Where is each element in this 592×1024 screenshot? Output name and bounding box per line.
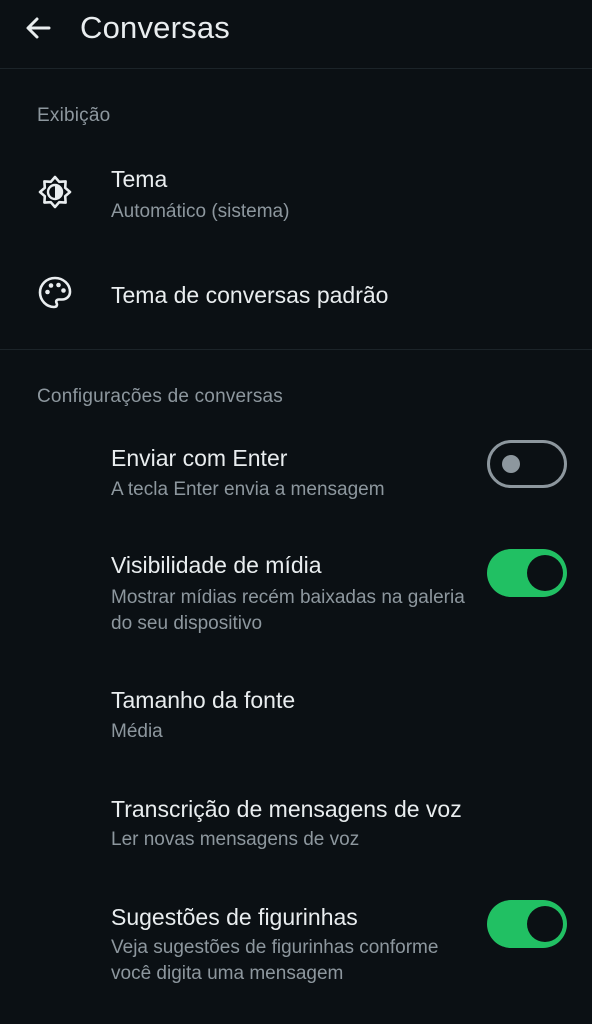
sticker-suggestions-subtitle: Veja sugestões de figurinhas conforme vo… [111, 937, 439, 984]
brightness-auto-icon [37, 174, 73, 210]
media-visibility-toggle[interactable] [487, 549, 567, 597]
enter-send-setting[interactable]: Enviar com Enter A tecla Enter envia a m… [0, 430, 592, 510]
section-header-chat-settings: Configurações de conversas [37, 386, 284, 407]
sticker-suggestions-setting[interactable]: Sugestões de figurinhas Veja sugestões d… [0, 890, 592, 1024]
voice-transcription-setting[interactable]: Transcrição de mensagens de voz Ler nova… [0, 782, 592, 862]
voice-transcription-title: Transcrição de mensagens de voz [111, 796, 462, 822]
media-visibility-setting[interactable]: Visibilidade de mídia Mostrar mídias rec… [0, 540, 592, 640]
arrow-left-icon [26, 17, 51, 39]
chat-theme-title: Tema de conversas padrão [111, 282, 389, 308]
theme-subtitle: Automático (sistema) [111, 201, 290, 222]
font-size-subtitle: Média [111, 721, 163, 742]
font-size-title: Tamanho da fonte [111, 687, 296, 713]
theme-title: Tema [111, 166, 168, 192]
enter-send-toggle[interactable] [487, 440, 567, 488]
toggle-knob [502, 455, 520, 473]
section-divider [0, 349, 592, 350]
enter-send-subtitle: A tecla Enter envia a mensagem [111, 479, 385, 500]
media-visibility-title: Visibilidade de mídia [111, 552, 322, 578]
enter-send-title: Enviar com Enter [111, 445, 288, 471]
media-visibility-subtitle: Mostrar mídias recém baixadas na galeria… [111, 587, 465, 634]
sticker-suggestions-toggle[interactable] [487, 900, 567, 948]
sticker-suggestions-title: Sugestões de figurinhas [111, 904, 358, 930]
toggle-knob [527, 555, 563, 591]
chat-theme-setting[interactable]: Tema de conversas padrão [0, 255, 592, 335]
palette-icon [37, 275, 73, 311]
app-bar: Conversas [0, 0, 592, 69]
voice-transcription-subtitle: Ler novas mensagens de voz [111, 829, 360, 850]
font-size-setting[interactable]: Tamanho da fonte Média [0, 675, 592, 755]
page-title: Conversas [80, 10, 230, 45]
back-button[interactable] [18, 8, 58, 48]
section-header-display: Exibição [37, 105, 111, 126]
theme-setting[interactable]: Tema Automático (sistema) [0, 150, 592, 240]
toggle-knob [527, 906, 563, 942]
